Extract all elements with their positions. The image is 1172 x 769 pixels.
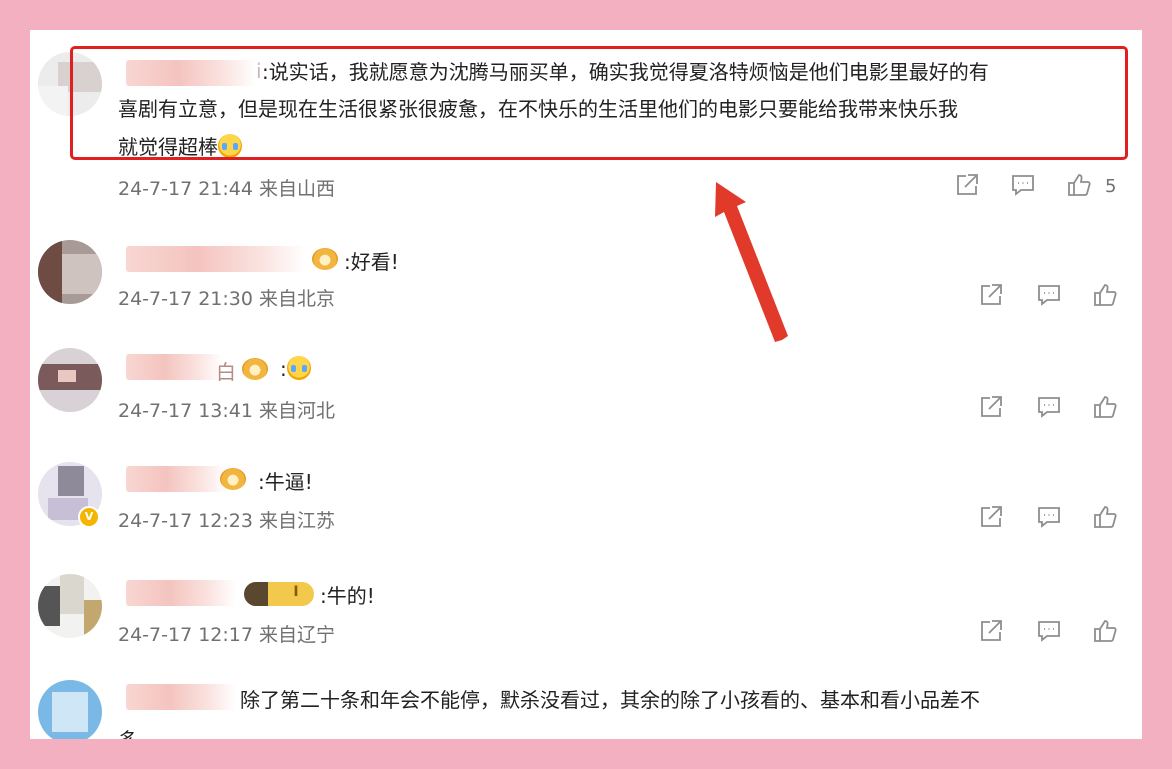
comment-icon[interactable] <box>1010 172 1036 198</box>
share-icon[interactable] <box>978 282 1004 308</box>
comment-text: :好看! <box>344 250 399 274</box>
comment-text: 除了第二十条和年会不能停，默杀没看过，其余的除了小孩看的、基本和看小品差不 <box>240 688 980 712</box>
comment-date: 24-7-17 <box>118 288 193 310</box>
share-icon[interactable] <box>954 172 980 198</box>
thumbs-up-icon[interactable] <box>1066 172 1092 198</box>
avatar[interactable] <box>38 348 102 412</box>
thumbs-up-icon[interactable] <box>1092 618 1118 644</box>
comment-time: 12:23 <box>198 510 253 532</box>
comment-text: : <box>280 356 311 381</box>
comment-meta: 24-7-17 21:44 来自山西 <box>118 174 335 201</box>
comment-meta: 24-7-17 12:23 来自江苏 <box>118 506 335 533</box>
thumbs-up-icon[interactable] <box>1092 282 1118 308</box>
comment-text: : <box>280 357 287 381</box>
comment-date: 24-7-17 <box>118 510 193 532</box>
comment-item: :好看! 24-7-17 21:30 来自北京 <box>30 220 1142 320</box>
share-icon[interactable] <box>978 618 1004 644</box>
avatar[interactable] <box>38 240 102 304</box>
avatar[interactable] <box>38 680 102 739</box>
thumbs-up-icon[interactable] <box>1092 504 1118 530</box>
username-blurred[interactable] <box>126 580 236 606</box>
verified-badge-icon: V <box>78 506 100 528</box>
comment-icon[interactable] <box>1036 394 1062 420</box>
comment-location: 来自河北 <box>259 400 336 422</box>
comment-time: 21:30 <box>198 288 253 310</box>
comment-icon[interactable] <box>1036 504 1062 530</box>
comment-icon[interactable] <box>1036 282 1062 308</box>
comment-meta: 24-7-17 21:30 来自北京 <box>118 284 335 311</box>
username-blurred[interactable] <box>126 684 236 710</box>
thumbs-up-icon[interactable] <box>1092 394 1118 420</box>
comment-text: :牛逼! <box>258 470 313 494</box>
comment-location: 来自辽宁 <box>259 624 336 646</box>
comment-text: :牛的! <box>320 584 375 608</box>
username-blurred[interactable] <box>126 354 222 380</box>
comment-time: 13:41 <box>198 400 253 422</box>
comment-meta: 24-7-17 12:17 来自辽宁 <box>118 620 335 647</box>
highlight-box <box>70 46 1128 160</box>
comment-meta: 24-7-17 13:41 来自河北 <box>118 396 335 423</box>
crying-face-emoji <box>286 356 311 380</box>
comment-item: V :牛逼! 24-7-17 12:23 来自江苏 <box>30 444 1142 544</box>
comment-item: 白 : 24-7-17 13:41 来自河北 <box>30 332 1142 432</box>
comment-time: 21:44 <box>198 178 253 200</box>
comment-text: 多 <box>118 724 138 739</box>
share-icon[interactable] <box>978 394 1004 420</box>
comment-date: 24-7-17 <box>118 400 193 422</box>
share-icon[interactable] <box>978 504 1004 530</box>
medal-badge-icon <box>220 468 246 490</box>
comment-location: 来自山西 <box>259 178 336 200</box>
avatar[interactable] <box>38 574 102 638</box>
like-count: 5 <box>1105 176 1117 197</box>
medal-badge-icon <box>312 248 338 270</box>
comment-time: 12:17 <box>198 624 253 646</box>
comment-panel: i :说实话，我就愿意为沈腾马丽买单，确实我觉得夏洛特烦恼是他们电影里最好的有 … <box>30 30 1142 739</box>
comment-item: I :牛的! 24-7-17 12:17 来自辽宁 <box>30 556 1142 656</box>
level-badge-text: I <box>293 584 299 600</box>
comment-date: 24-7-17 <box>118 624 193 646</box>
username-suffix: 白 <box>216 360 236 384</box>
comment-icon[interactable] <box>1036 618 1062 644</box>
medal-badge-icon <box>242 358 268 380</box>
comment-date: 24-7-17 <box>118 178 193 200</box>
username-blurred[interactable] <box>126 466 226 492</box>
comment-location: 来自北京 <box>259 288 336 310</box>
comment-location: 来自江苏 <box>259 510 336 532</box>
comment-item: 除了第二十条和年会不能停，默杀没看过，其余的除了小孩看的、基本和看小品差不 多 <box>30 668 1142 739</box>
username-blurred[interactable] <box>126 246 306 272</box>
level-badge-icon: I <box>244 582 314 606</box>
